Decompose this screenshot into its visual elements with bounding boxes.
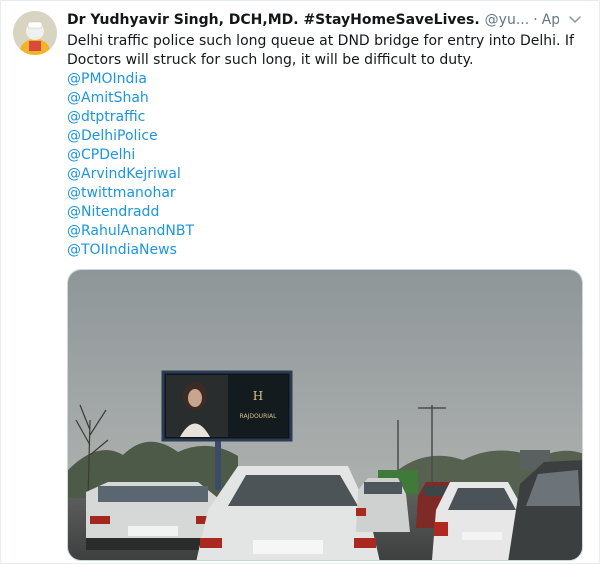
separator-dot: · xyxy=(533,12,538,28)
traffic-photo: H RAJDOURIAL xyxy=(68,270,582,560)
tweet-card[interactable]: Dr Yudhyavir Singh, DCH,MD. #StayHomeSav… xyxy=(0,0,600,564)
billboard-monogram: H xyxy=(253,389,263,403)
author-name[interactable]: Dr Yudhyavir Singh, DCH,MD. #StayHomeSav… xyxy=(67,12,480,28)
mention-link[interactable]: @twittmanohar xyxy=(67,184,367,203)
mention-link[interactable]: @DelhiPolice xyxy=(67,127,367,146)
mention-link[interactable]: @AmitShah xyxy=(67,89,367,108)
tweet-timestamp[interactable]: Apr 20 xyxy=(542,12,559,28)
mention-link[interactable]: @TOIIndiaNews xyxy=(67,241,367,260)
tweet-header: Dr Yudhyavir Singh, DCH,MD. #StayHomeSav… xyxy=(67,10,559,30)
mention-link[interactable]: @PMOIndia xyxy=(67,70,367,89)
mention-link[interactable]: @ArvindKejriwal xyxy=(67,165,367,184)
mention-link[interactable]: @Nitendradd xyxy=(67,203,367,222)
mention-list: @PMOIndia @AmitShah @dtptraffic @DelhiPo… xyxy=(67,70,367,260)
mention-link[interactable]: @CPDelhi xyxy=(67,146,367,165)
tweet-text-line: Doctors will struck for such long, it wi… xyxy=(67,52,474,68)
tweet-text-line: Delhi traffic police such long queue at … xyxy=(67,33,574,49)
billboard-brand: RAJDOURIAL xyxy=(240,413,278,420)
mention-link[interactable]: @RahulAnandNBT xyxy=(67,222,367,241)
author-handle[interactable]: @yu... xyxy=(485,12,530,28)
tweet-text: Delhi traffic police such long queue at … xyxy=(67,32,587,70)
avatar[interactable] xyxy=(13,11,57,55)
mention-link[interactable]: @dtptraffic xyxy=(67,108,367,127)
tweet-photo[interactable]: H RAJDOURIAL xyxy=(67,269,583,561)
chevron-down-icon[interactable] xyxy=(567,11,583,27)
avatar-image xyxy=(13,11,57,55)
